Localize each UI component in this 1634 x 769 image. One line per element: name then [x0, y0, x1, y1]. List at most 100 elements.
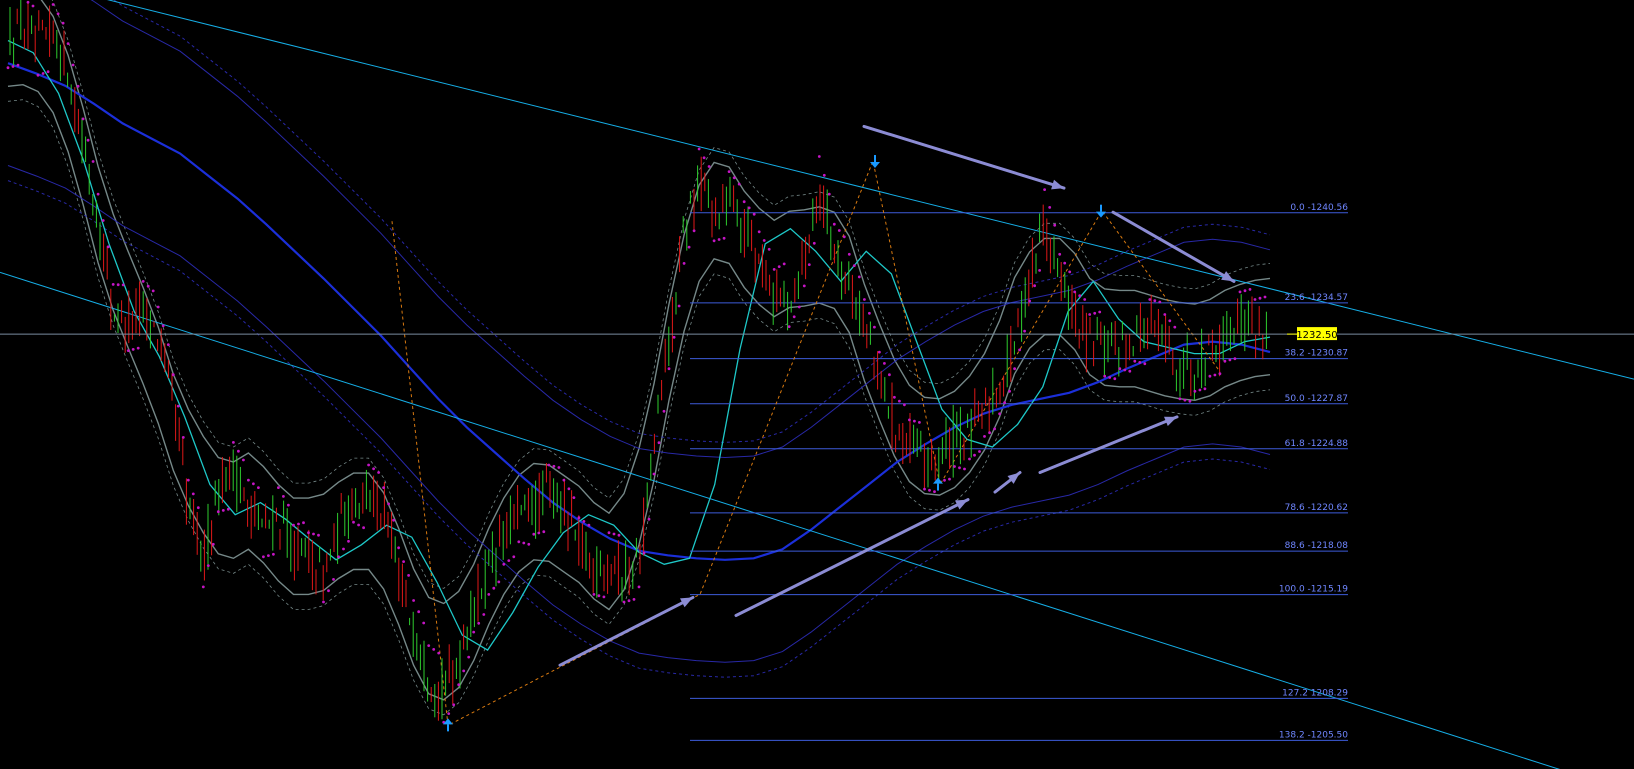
- sar-dot: [287, 503, 290, 507]
- sar-dot: [1178, 397, 1182, 401]
- sar-dot: [121, 283, 125, 287]
- sar-dot: [357, 523, 360, 527]
- sar-dot: [923, 487, 926, 491]
- sar-dot: [557, 466, 561, 469]
- trendline-2: [0, 271, 1561, 769]
- sar-dot: [1143, 362, 1147, 366]
- sar-dot: [211, 542, 215, 546]
- sar-dot: [201, 585, 205, 589]
- sar-dot: [998, 412, 1001, 416]
- sar-dot: [1078, 294, 1082, 298]
- fib-level-label: 100.0 -1215.19: [1279, 585, 1348, 595]
- fib-level-label: 138.2 -1205.50: [1279, 730, 1348, 740]
- sar-dot: [1008, 389, 1011, 393]
- sar-dot: [517, 540, 521, 544]
- sar-dot: [722, 236, 726, 240]
- trend-arrow-head: [1164, 416, 1177, 426]
- sar-dot: [1068, 270, 1072, 274]
- sar-dot: [1148, 298, 1152, 301]
- sar-dot: [417, 610, 421, 614]
- sar-dot: [607, 531, 611, 535]
- sar-dot: [36, 73, 40, 77]
- sar-dot: [71, 63, 75, 67]
- sar-dot: [978, 450, 981, 453]
- trend-arrow-up: [734, 498, 970, 617]
- sar-dot: [81, 117, 85, 121]
- sar-dot: [1173, 325, 1177, 329]
- sar-dot: [242, 458, 245, 462]
- sar-dot: [362, 526, 365, 530]
- sar-dot: [1038, 269, 1041, 272]
- sar-dot: [1073, 290, 1077, 294]
- sar-dot: [1158, 300, 1162, 304]
- sar-dot: [878, 350, 881, 354]
- sar-dot: [1018, 348, 1021, 352]
- sar-dot: [993, 427, 996, 431]
- sar-dot: [1213, 373, 1217, 377]
- upper-band-dashed: [51, 0, 1271, 589]
- sar-dot: [958, 466, 961, 470]
- sar-dot: [427, 644, 431, 647]
- sar-dot: [767, 247, 771, 251]
- trendlines: [0, 0, 1634, 769]
- slow-moving-average: [7, 62, 1271, 561]
- trend-arrow-head: [1051, 179, 1064, 190]
- sar-dot: [106, 245, 110, 249]
- sar-dot: [272, 552, 275, 556]
- sar-dot: [913, 419, 916, 423]
- sar-dot: [672, 335, 676, 339]
- sar-dot: [166, 343, 170, 346]
- sar-dot: [387, 502, 390, 506]
- sar-dot: [402, 560, 405, 563]
- sar-dot: [56, 12, 60, 16]
- sar-dot: [1228, 358, 1232, 362]
- sar-dot: [191, 492, 195, 496]
- sar-dot: [842, 235, 846, 239]
- sar-dot: [447, 712, 451, 715]
- sar-dot: [206, 564, 210, 567]
- sar-dot: [302, 521, 305, 525]
- sar-dot: [101, 219, 105, 222]
- sar-dot: [1183, 398, 1187, 402]
- sar-dot: [457, 683, 461, 687]
- sar-dot: [46, 70, 50, 74]
- sar-dot: [883, 362, 886, 365]
- sar-dot: [221, 509, 225, 512]
- sar-dot: [292, 523, 295, 527]
- sar-dot: [1118, 367, 1122, 371]
- sar-dot: [377, 471, 380, 474]
- sar-dot: [787, 325, 791, 328]
- sar-dot: [26, 0, 30, 4]
- sar-dot: [863, 298, 866, 301]
- sar-dot: [432, 648, 436, 651]
- sar-dot: [1043, 188, 1046, 192]
- sar-dot: [1028, 299, 1031, 303]
- sar-dot: [407, 574, 410, 577]
- sar-dot: [392, 518, 395, 522]
- sar-dot: [983, 435, 986, 438]
- sar-dot: [537, 531, 541, 535]
- sar-dot: [467, 655, 471, 659]
- sar-dot: [216, 510, 220, 514]
- sar-dot: [422, 621, 426, 625]
- sar-dot: [76, 84, 80, 88]
- sar-dot: [857, 275, 861, 279]
- sar-dot: [1113, 377, 1117, 381]
- sar-dot: [437, 651, 441, 655]
- sar-dot: [752, 212, 756, 216]
- sar-dot: [732, 176, 736, 180]
- sar-dot: [237, 449, 240, 453]
- sar-dot: [1233, 357, 1237, 361]
- sar-dot: [277, 486, 280, 489]
- sar-dot: [262, 555, 265, 559]
- sar-dot: [697, 147, 701, 151]
- sar-dot: [532, 532, 536, 536]
- sar-dot: [632, 598, 636, 601]
- sar-dot: [898, 399, 901, 403]
- sar-dot: [1058, 252, 1062, 256]
- lower-band-dashed: [7, 99, 1271, 716]
- sar-dot: [747, 206, 751, 210]
- sar-dot: [612, 532, 616, 536]
- sar-dot: [782, 262, 786, 266]
- sar-dot: [727, 170, 731, 174]
